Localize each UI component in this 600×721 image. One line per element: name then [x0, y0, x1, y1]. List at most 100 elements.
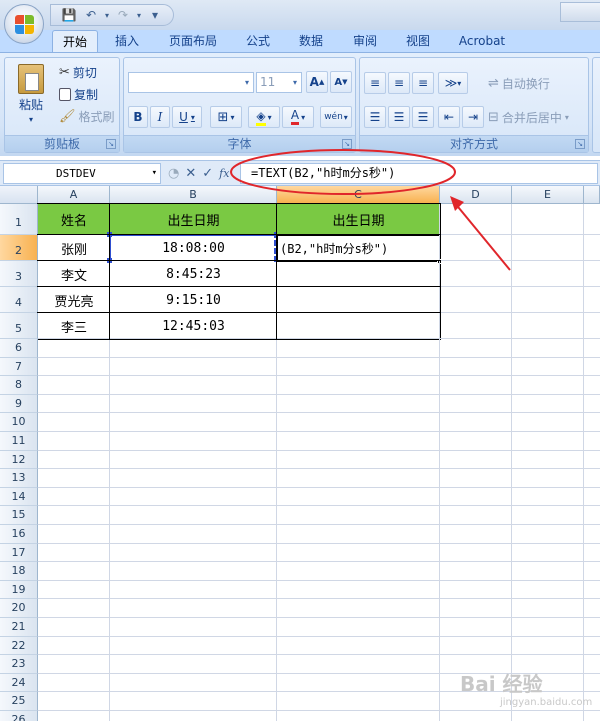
- row-header-11[interactable]: 11: [0, 432, 38, 451]
- fill-bucket-icon: ◈: [256, 109, 266, 126]
- row-header-10[interactable]: 10: [0, 413, 38, 432]
- tab-view[interactable]: 视图: [398, 30, 438, 52]
- row-header-2[interactable]: 2: [0, 235, 38, 261]
- shrink-font-button[interactable]: A ▼: [330, 71, 352, 93]
- merge-center-button[interactable]: ⊟ 合并后居中 ▾: [488, 107, 569, 127]
- orientation-button[interactable]: ≫ ▾: [438, 72, 468, 94]
- wrap-text-button[interactable]: ⇌ 自动换行: [488, 73, 550, 93]
- redo-dropdown-icon[interactable]: ▾: [137, 11, 141, 20]
- column-header-d[interactable]: D: [440, 186, 512, 204]
- column-header-c[interactable]: C: [277, 186, 440, 204]
- align-top-icon: ≡: [369, 76, 381, 90]
- row-header-13[interactable]: 13: [0, 469, 38, 488]
- ribbon: 粘贴 ▾ ✂ 剪切 复制 🖌 格式刷 剪贴板 ↘ ▾ 11 ▾ A ▲ A ▼ B …: [0, 52, 600, 156]
- row-header-15[interactable]: 15: [0, 506, 38, 525]
- cancel-icon[interactable]: ✕: [185, 166, 196, 181]
- borders-button[interactable]: ⊞ ▾: [210, 106, 242, 128]
- tab-data[interactable]: 数据: [290, 30, 332, 52]
- clipboard-launcher-icon[interactable]: ↘: [106, 139, 116, 149]
- align-left-button[interactable]: ☰: [364, 106, 386, 128]
- redo-icon[interactable]: ↷: [115, 7, 131, 23]
- row-header-3[interactable]: 3: [0, 261, 38, 287]
- format-painter-button[interactable]: 🖌 格式刷: [59, 106, 115, 126]
- table-border: [37, 203, 441, 340]
- align-middle-button[interactable]: ≡: [388, 72, 410, 94]
- undo-icon[interactable]: ↶: [83, 7, 99, 23]
- align-bottom-icon: ≡: [417, 76, 429, 90]
- font-size-input[interactable]: 11 ▾: [256, 72, 302, 93]
- copy-button[interactable]: 复制: [59, 84, 98, 104]
- gridline-horizontal: [38, 542, 600, 544]
- table-line: [276, 203, 277, 340]
- row-header-24[interactable]: 24: [0, 673, 38, 693]
- insert-function-icon[interactable]: fx: [219, 167, 229, 180]
- column-header-e[interactable]: E: [512, 186, 584, 204]
- fill-color-button[interactable]: ◈ ▾: [248, 106, 280, 128]
- gridline-horizontal: [38, 617, 600, 618]
- window-controls[interactable]: [560, 2, 600, 22]
- enter-icon[interactable]: ✓: [202, 166, 213, 181]
- column-header-f[interactable]: [584, 186, 600, 204]
- spreadsheet-grid[interactable]: A B C D E 姓名 出生日期 出生日期 张刚 18:08:00 (B2,"…: [0, 186, 600, 721]
- gridline-horizontal: [38, 468, 600, 470]
- font-launcher-icon[interactable]: ↘: [342, 139, 352, 149]
- cut-button[interactable]: ✂ 剪切: [59, 62, 97, 82]
- row-header-25[interactable]: 25: [0, 692, 38, 711]
- gridline-vertical: [583, 204, 584, 721]
- row-header-18[interactable]: 18: [0, 562, 38, 581]
- gridline-horizontal: [38, 486, 600, 488]
- row-header-20[interactable]: 20: [0, 599, 38, 618]
- align-center-button[interactable]: ☰: [388, 106, 410, 128]
- phonetic-button[interactable]: wén ▾: [320, 106, 352, 128]
- row-header-16[interactable]: 16: [0, 525, 38, 544]
- office-button[interactable]: [4, 4, 44, 44]
- formula-input[interactable]: =TEXT(B2,"h时m分s秒"): [240, 163, 598, 184]
- align-bottom-button[interactable]: ≡: [412, 72, 434, 94]
- underline-button[interactable]: U ▾: [172, 106, 202, 128]
- copy-label: 复制: [74, 87, 99, 102]
- align-right-button[interactable]: ☰: [412, 106, 434, 128]
- row-header-23[interactable]: 23: [0, 655, 38, 674]
- decrease-indent-button[interactable]: ⇤: [438, 106, 460, 128]
- font-name-input[interactable]: ▾: [128, 72, 254, 93]
- row-header-4[interactable]: 4: [0, 287, 38, 313]
- row-header-12[interactable]: 12: [0, 450, 38, 470]
- bold-button[interactable]: B: [128, 106, 148, 128]
- row-header-21[interactable]: 21: [0, 618, 38, 637]
- tab-insert[interactable]: 插入: [106, 30, 148, 52]
- row-header-26[interactable]: 26: [0, 711, 38, 721]
- row-header-7[interactable]: 7: [0, 357, 38, 377]
- undo-dropdown-icon[interactable]: ▾: [105, 11, 109, 20]
- cut-label: 剪切: [72, 65, 97, 80]
- merge-cells-icon: ⊟: [488, 109, 499, 125]
- gridline-horizontal: [38, 654, 600, 656]
- column-header-a[interactable]: A: [38, 186, 110, 204]
- select-all-corner[interactable]: [0, 186, 38, 204]
- tab-acrobat[interactable]: Acrobat: [452, 30, 512, 52]
- row-header-8[interactable]: 8: [0, 376, 38, 395]
- column-header-b[interactable]: B: [110, 186, 277, 204]
- row-header-19[interactable]: 19: [0, 580, 38, 600]
- tab-review[interactable]: 审阅: [344, 30, 386, 52]
- name-box[interactable]: DSTDEV ▾: [3, 163, 161, 184]
- row-header-9[interactable]: 9: [0, 394, 38, 414]
- row-header-6[interactable]: 6: [0, 339, 38, 358]
- increase-indent-button[interactable]: ⇥: [462, 106, 484, 128]
- row-header-22[interactable]: 22: [0, 636, 38, 656]
- formula-bar: DSTDEV ▾ ◔ ✕ ✓ fx =TEXT(B2,"h时m分s秒"): [0, 160, 600, 186]
- row-header-5[interactable]: 5: [0, 313, 38, 339]
- alignment-launcher-icon[interactable]: ↘: [575, 139, 585, 149]
- tab-home[interactable]: 开始: [52, 30, 98, 52]
- grow-font-button[interactable]: A ▲: [306, 71, 328, 93]
- row-header-14[interactable]: 14: [0, 487, 38, 507]
- row-header-1[interactable]: 1: [0, 204, 38, 235]
- row-header-17[interactable]: 17: [0, 543, 38, 563]
- italic-button[interactable]: I: [150, 106, 170, 128]
- font-color-button[interactable]: A ▾: [282, 106, 314, 128]
- tab-page-layout[interactable]: 页面布局: [160, 30, 226, 52]
- paste-button[interactable]: 粘贴 ▾: [11, 64, 51, 128]
- customize-qat-icon[interactable]: ▾: [147, 7, 163, 23]
- align-top-button[interactable]: ≡: [364, 72, 386, 94]
- tab-formulas[interactable]: 公式: [238, 30, 278, 52]
- save-icon[interactable]: 💾: [61, 7, 77, 23]
